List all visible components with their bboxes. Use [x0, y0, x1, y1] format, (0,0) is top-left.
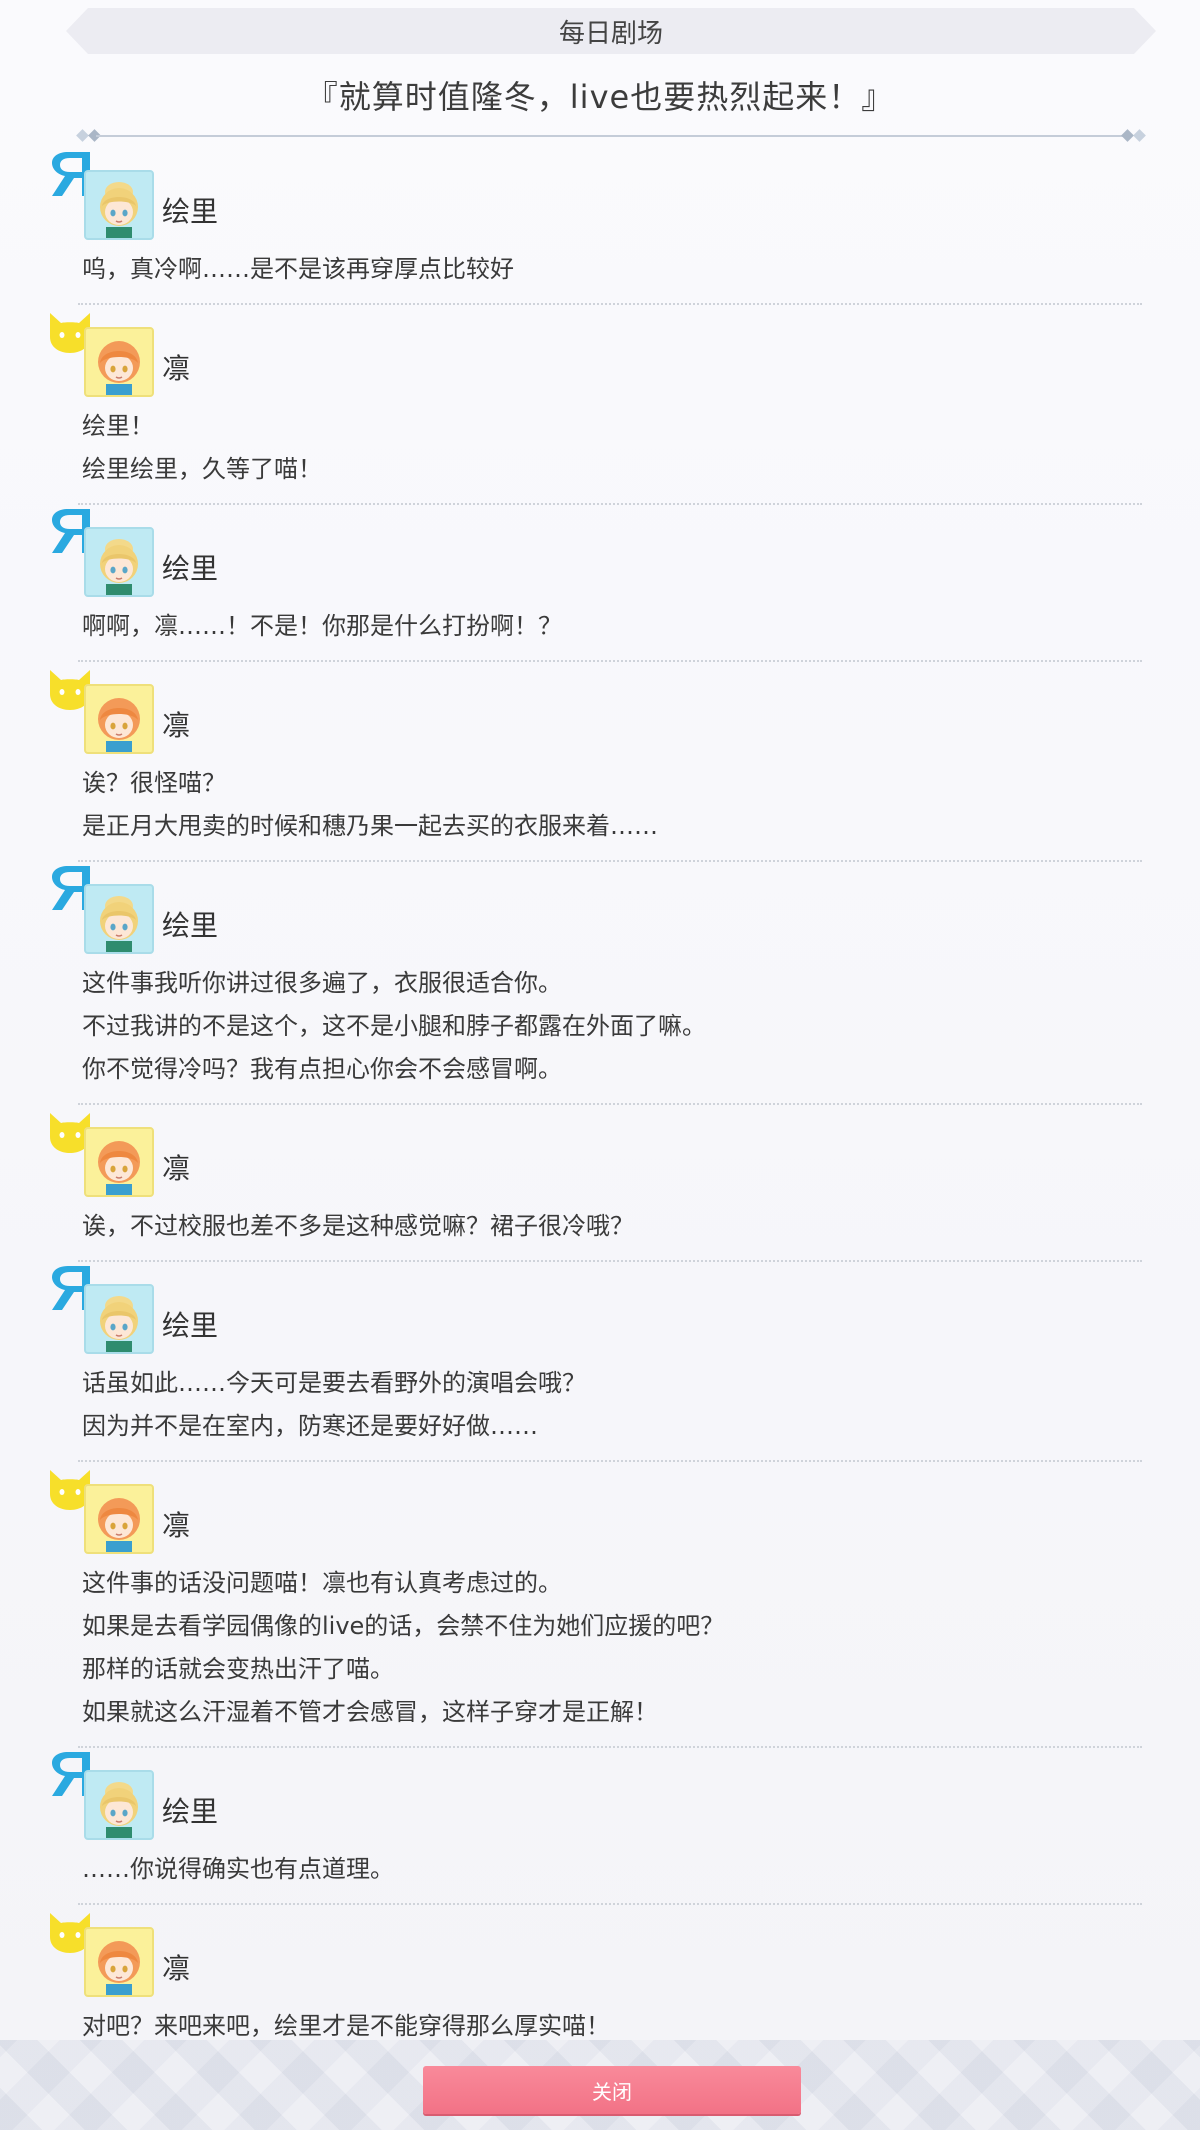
dialogue-line: 绘里绘里，久等了喵！ — [82, 455, 322, 483]
speaker-name: 绘里 — [162, 1795, 219, 1828]
rin-avatar — [84, 684, 154, 754]
speaker-name: 凛 — [162, 1509, 191, 1542]
speaker-row: 绘里 — [52, 1262, 1142, 1354]
speaker-name: 凛 — [162, 709, 191, 742]
speaker-name: 凛 — [162, 1152, 191, 1185]
speaker-name: 绘里 — [162, 195, 219, 228]
speaker-name: 绘里 — [162, 909, 219, 942]
speaker-row: 凛 — [50, 662, 1142, 754]
dialogue-entry: 凛对吧？来吧来吧，绘里才是不能穿得那么厚实喵！ — [50, 1905, 1142, 2062]
dialogue-line: 啊啊，凛……！不是！你那是什么打扮啊！？ — [82, 612, 562, 640]
dialogue-lines: 这件事我听你讲过很多遍了，衣服很适合你。不过我讲的不是这个，这不是小腿和脖子都露… — [78, 952, 1142, 1103]
dialogue-line: 那样的话就会变热出汗了喵。 — [82, 1655, 394, 1683]
speaker-row: 绘里 — [52, 862, 1142, 954]
dialogue-line: 是正月大甩卖的时候和穗乃果一起去买的衣服来着…… — [82, 812, 658, 840]
dialogue-line: 绘里！ — [82, 412, 154, 440]
dialogue-lines: ……你说得确实也有点道理。 — [78, 1838, 1142, 1903]
rin-avatar — [84, 1127, 154, 1197]
dialogue-entry: 凛绘里！ 绘里绘里，久等了喵！ — [50, 305, 1142, 505]
dialogue-lines: 这件事的话没问题喵！凛也有认真考虑过的。如果是去看学园偶像的live的话，会禁不… — [78, 1552, 1142, 1746]
speaker-row: 绘里 — [52, 505, 1142, 597]
dialogue-line: 诶？很怪喵？ — [82, 769, 226, 797]
dialogue-line: 这件事的话没问题喵！凛也有认真考虑过的。 — [82, 1569, 562, 1597]
speaker-name: 绘里 — [162, 1309, 219, 1342]
dialogue-lines: 啊啊，凛……！不是！你那是什么打扮啊！？ — [78, 595, 1142, 660]
dialogue-entry: 绘里话虽如此……今天可是要去看野外的演唱会哦？ 因为并不是在室内，防寒还是要好好做… — [52, 1262, 1142, 1462]
header-banner: 每日剧场 — [66, 8, 1156, 54]
dialogue-entry: 绘里呜，真冷啊……是不是该再穿厚点比较好 — [52, 148, 1142, 305]
eli-avatar — [84, 1770, 154, 1840]
dialogue-line: 因为并不是在室内，防寒还是要好好做…… — [82, 1412, 538, 1440]
speaker-row: 凛 — [50, 1462, 1142, 1554]
speaker-row: 凛 — [50, 305, 1142, 397]
speaker-row: 绘里 — [52, 1748, 1142, 1840]
dialogue-entry: 绘里啊啊，凛……！不是！你那是什么打扮啊！？ — [52, 505, 1142, 662]
dialogue-line: ……你说得确实也有点道理。 — [82, 1855, 394, 1883]
rin-avatar — [84, 1927, 154, 1997]
dialogue-lines: 诶，不过校服也差不多是这种感觉嘛？裙子很冷哦？ — [78, 1195, 1142, 1260]
eli-avatar — [84, 170, 154, 240]
dialogue-line: 如果就这么汗湿着不管才会感冒，这样子穿才是正解！ — [82, 1698, 658, 1726]
dialogue-entry: 凛诶，不过校服也差不多是这种感觉嘛？裙子很冷哦？ — [50, 1105, 1142, 1262]
dialogue-line: 不过我讲的不是这个，这不是小腿和脖子都露在外面了嘛。 — [82, 1012, 706, 1040]
speaker-row: 凛 — [50, 1905, 1142, 1997]
dialogue-line: 呜，真冷啊……是不是该再穿厚点比较好 — [82, 255, 514, 283]
dialogue-entry: 凛这件事的话没问题喵！凛也有认真考虑过的。如果是去看学园偶像的live的话，会禁… — [50, 1462, 1142, 1748]
dialogue-line: 话虽如此……今天可是要去看野外的演唱会哦？ — [82, 1369, 586, 1397]
dialogue-line: 如果是去看学园偶像的live的话，会禁不住为她们应援的吧？ — [82, 1612, 725, 1640]
dialogue-line: 诶，不过校服也差不多是这种感觉嘛？裙子很冷哦？ — [82, 1212, 634, 1240]
speaker-row: 凛 — [50, 1105, 1142, 1197]
speaker-name: 凛 — [162, 352, 191, 385]
dialogue-entry: 凛诶？很怪喵？ 是正月大甩卖的时候和穗乃果一起去买的衣服来着…… — [50, 662, 1142, 862]
eli-avatar — [84, 527, 154, 597]
close-button-label: 关闭 — [592, 2079, 632, 2104]
title-divider — [76, 129, 1146, 142]
dialogue-entry: 绘里 ……你说得确实也有点道理。 — [52, 1748, 1142, 1905]
speaker-name: 凛 — [162, 1952, 191, 1985]
rin-avatar — [84, 1484, 154, 1554]
dialogue-list[interactable]: 绘里 呜，真冷啊……是不是该再穿厚点比较好凛绘里！ 绘里绘里，久等了喵！ 绘里 啊啊，凛… — [0, 148, 1200, 2062]
dialogue-lines: 话虽如此……今天可是要去看野外的演唱会哦？ 因为并不是在室内，防寒还是要好好做…… — [78, 1352, 1142, 1460]
dialogue-entry: 绘里这件事我听你讲过很多遍了，衣服很适合你。不过我讲的不是这个，这不是小腿和脖子… — [52, 862, 1142, 1105]
dialogue-lines: 绘里！ 绘里绘里，久等了喵！ — [78, 395, 1142, 503]
eli-avatar — [84, 884, 154, 954]
story-title: 『就算时值隆冬，live也要热烈起来！』 — [305, 78, 895, 116]
speaker-name: 绘里 — [162, 552, 219, 585]
daily-theater-window: 每日剧场 『就算时值隆冬，live也要热烈起来！』 绘里呜，真冷啊……是不是该再… — [0, 0, 1200, 2130]
dialogue-lines: 呜，真冷啊……是不是该再穿厚点比较好 — [78, 238, 1142, 303]
rin-avatar — [84, 327, 154, 397]
eli-avatar — [84, 1284, 154, 1354]
speaker-row: 绘里 — [52, 148, 1142, 240]
close-button[interactable]: 关闭 — [423, 2066, 801, 2114]
header-title: 每日剧场 — [558, 18, 663, 49]
dialogue-line: 这件事我听你讲过很多遍了，衣服很适合你。 — [82, 969, 562, 997]
dialogue-line: 你不觉得冷吗？我有点担心你会不会感冒啊。 — [82, 1055, 562, 1083]
dialogue-lines: 诶？很怪喵？ 是正月大甩卖的时候和穗乃果一起去买的衣服来着…… — [78, 752, 1142, 860]
